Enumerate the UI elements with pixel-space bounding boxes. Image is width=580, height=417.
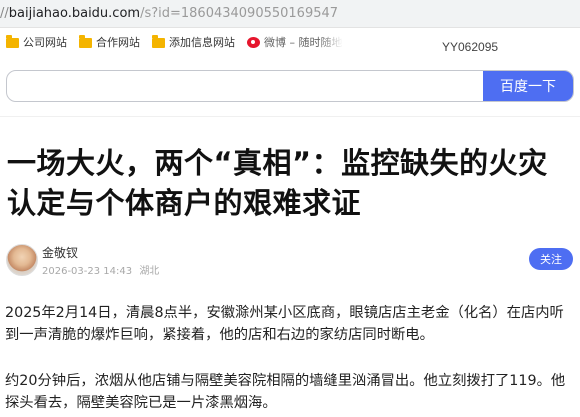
watermark-text: YY062095	[442, 40, 499, 54]
author-meta: 2026-03-23 14:43 湖北	[42, 262, 163, 277]
publish-location: 湖北	[139, 266, 160, 277]
folder-icon	[6, 35, 19, 48]
follow-button[interactable]: 关注	[529, 248, 573, 270]
header-divider	[0, 116, 580, 117]
bookmark-company-sites[interactable]: 公司网站	[6, 34, 67, 50]
address-bar[interactable]: //baijiahao.baidu.com/s?id=1860434090550…	[0, 0, 580, 28]
search-button[interactable]: 百度一下	[483, 71, 573, 101]
bookmark-label: 公司网站	[23, 36, 67, 49]
article-paragraph: 约20分钟后，浓烟从他店铺与隔壁美容院相隔的墙缝里汹涌冒出。他立刻拨打了119。…	[5, 373, 566, 411]
search-box: 百度一下	[6, 70, 574, 102]
bookmark-label: 合作网站	[96, 36, 140, 49]
url-path: /s?id=1860434090550169547	[140, 6, 339, 21]
article-title: 一场大火，两个“真相”：监控缺失的火灾认定与个体商户的艰难求证	[7, 146, 548, 220]
publish-date: 2026-03-23 14:43	[42, 266, 133, 277]
weibo-icon	[247, 36, 260, 48]
bookmark-partner-sites[interactable]: 合作网站	[79, 34, 140, 50]
bookmark-weibo[interactable]: 微博 – 随时随地	[247, 34, 343, 50]
search-input[interactable]	[7, 71, 477, 101]
url-host: baijiahao.baidu.com	[8, 6, 141, 21]
article-paragraph: 2025年2月14日，清晨8点半，安徽滁州某小区底商，眼镜店店主老金（化名）在店…	[5, 305, 564, 343]
folder-icon	[152, 35, 165, 48]
folder-icon	[79, 35, 92, 48]
bookmark-label: 微博 – 随时随地	[264, 36, 343, 49]
avatar[interactable]	[6, 244, 38, 276]
author-name[interactable]: 金敬钗	[42, 244, 78, 261]
url-scheme: //	[0, 6, 9, 21]
bookmark-label: 添加信息网站	[169, 36, 235, 49]
bookmark-add-info-sites[interactable]: 添加信息网站	[152, 34, 235, 50]
